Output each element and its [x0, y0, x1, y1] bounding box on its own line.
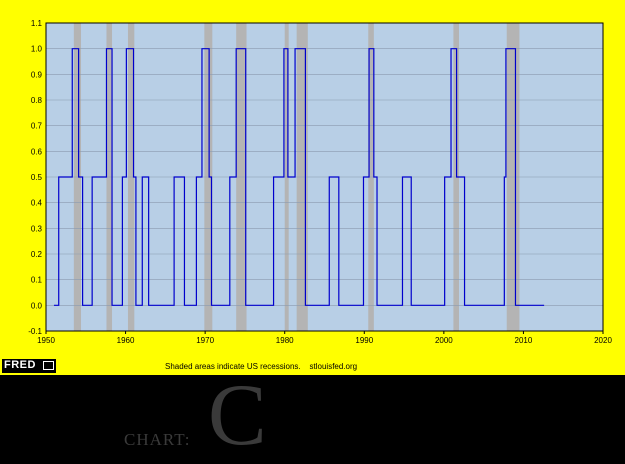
chart-mini-icon	[43, 361, 54, 370]
y-tick-label-6: 0.5	[31, 173, 43, 182]
chart-svg: -0.1 0.0 0.1 0.2 0.3 0.4 0.5 0.6 0.7 0.8 0.9 1.0 1.1…	[0, 0, 625, 375]
y-tick-label-11: 1.0	[31, 45, 43, 54]
fred-logo-text: FRED	[4, 359, 36, 371]
x-tick-label-1: 1960	[117, 336, 135, 345]
y-tick-label-7: 0.6	[31, 147, 43, 156]
y-tick-label-8: 0.7	[31, 122, 43, 131]
watermark-big-letter: C	[208, 367, 267, 464]
x-tick-label-7: 2020	[594, 336, 612, 345]
y-tick-label-2: 0.1	[31, 276, 43, 285]
x-tick-label-5: 2000	[435, 336, 453, 345]
y-tick-label-4: 0.3	[31, 224, 43, 233]
x-tick-label-6: 2010	[515, 336, 533, 345]
watermark-small-text: CHART:	[124, 430, 191, 449]
y-tick-label-9: 0.8	[31, 96, 43, 105]
y-tick-label-1: 0.0	[31, 301, 43, 310]
chart-caption-row: FRED Shaded areas indicate US recessions…	[0, 355, 625, 375]
x-tick-label-4: 1990	[355, 336, 373, 345]
y-tick-label-0: -0.1	[28, 327, 42, 336]
x-tick-label-0: 1950	[37, 336, 55, 345]
x-tick-label-3: 1980	[276, 336, 294, 345]
chart-frame: -0.1 0.0 0.1 0.2 0.3 0.4 0.5 0.6 0.7 0.8 0.9 1.0 1.1…	[0, 0, 625, 375]
x-tick-label-2: 1970	[196, 336, 214, 345]
y-tick-label-12: 1.1	[31, 19, 43, 28]
fred-logo[interactable]: FRED	[2, 359, 56, 373]
y-tick-label-5: 0.4	[31, 199, 43, 208]
y-tick-label-10: 0.9	[31, 70, 43, 79]
watermark: CHART: C	[124, 372, 324, 460]
y-tick-label-3: 0.2	[31, 250, 43, 259]
